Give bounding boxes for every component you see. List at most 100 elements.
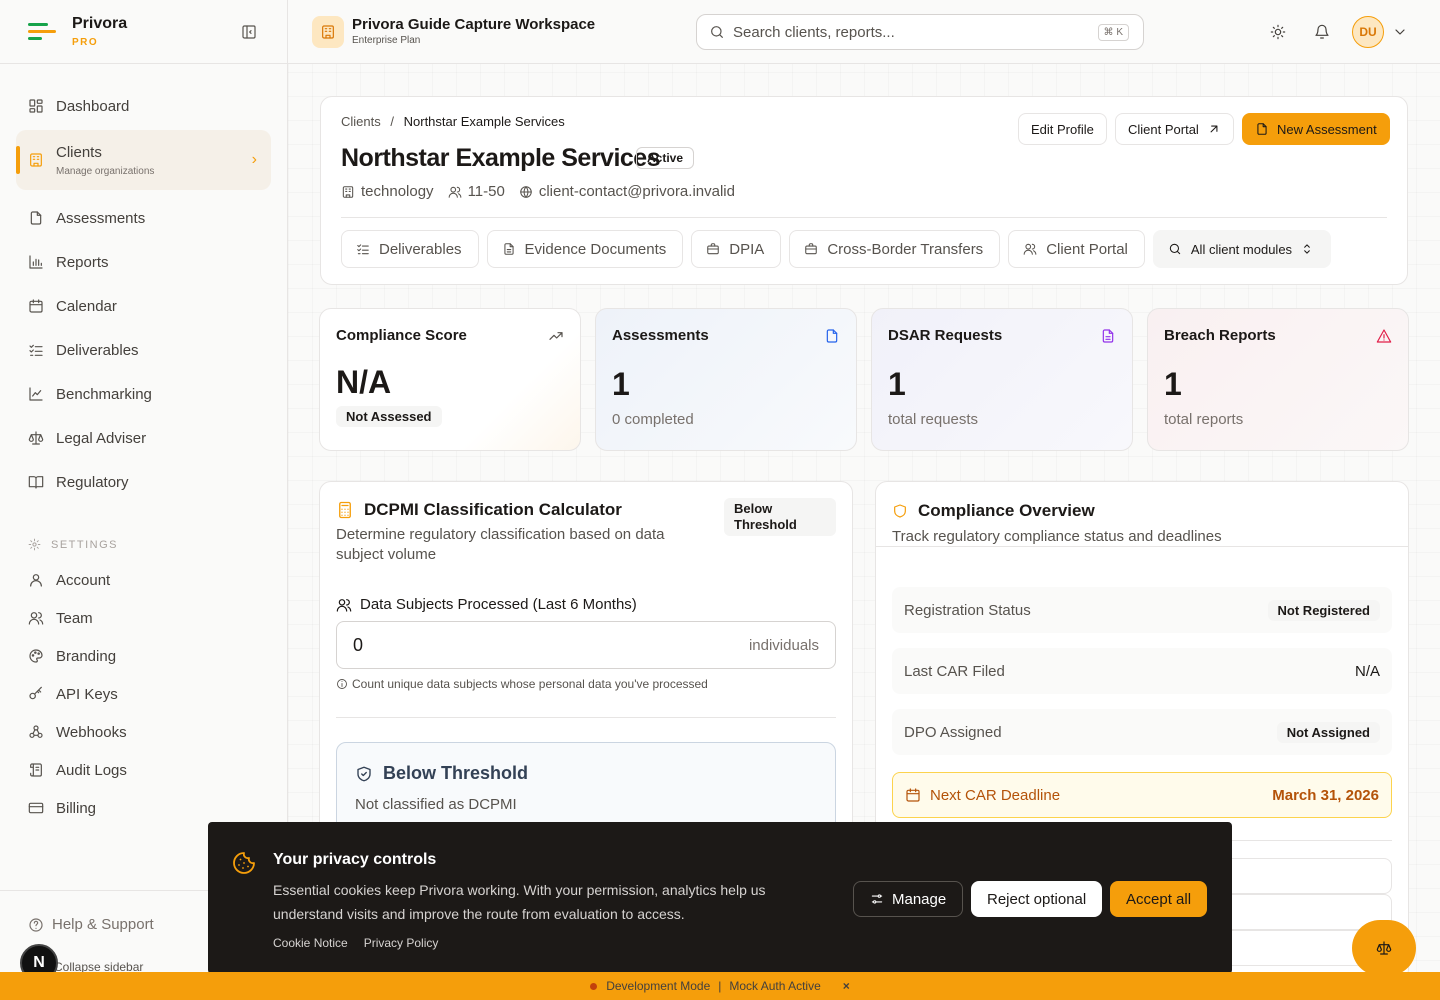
- panel-subtitle: Determine regulatory classification base…: [336, 526, 665, 563]
- tab-dpia[interactable]: DPIA: [691, 230, 782, 268]
- cookie-notice-link[interactable]: Cookie Notice: [273, 936, 348, 950]
- dsar-requests-card[interactable]: DSAR Requests 1 total requests: [871, 308, 1133, 451]
- main-nav: Dashboard Clients Manage organizations ›…: [0, 64, 287, 827]
- tab-client-portal[interactable]: Client Portal: [1008, 230, 1145, 268]
- search-input[interactable]: Search clients, reports... ⌘ K: [696, 14, 1144, 50]
- client-portal-button[interactable]: Client Portal: [1115, 113, 1234, 145]
- breadcrumb-clients[interactable]: Clients: [341, 114, 381, 129]
- sidebar-item-assessments[interactable]: Assessments: [16, 196, 271, 240]
- sidebar-item-calendar[interactable]: Calendar: [16, 284, 271, 328]
- sun-icon[interactable]: [1270, 24, 1286, 40]
- email-value: client-contact@privora.invalid: [538, 183, 735, 200]
- user-icon: [30, 574, 42, 587]
- settings-item-api-keys[interactable]: API Keys: [16, 675, 271, 713]
- tab-deliverables[interactable]: Deliverables: [341, 230, 479, 268]
- size-meta: 11-50: [448, 183, 505, 200]
- sidebar-item-clients[interactable]: Clients Manage organizations ›: [16, 130, 271, 190]
- bell-icon[interactable]: [1314, 24, 1330, 40]
- tab-label: Cross-Border Transfers: [827, 240, 984, 258]
- sidebar-item-label: Benchmarking: [56, 385, 152, 403]
- legal-adviser-fab[interactable]: [1352, 920, 1416, 976]
- dcpmi-calculator-panel: DCPMI Classification Calculator Determin…: [319, 481, 853, 842]
- settings-item-label: Branding: [56, 647, 117, 665]
- edit-profile-button[interactable]: Edit Profile: [1018, 113, 1107, 145]
- settings-item-team[interactable]: Team: [16, 599, 271, 637]
- sidebar-item-reports[interactable]: Reports: [16, 240, 271, 284]
- sidebar-toggle-icon[interactable]: [241, 24, 257, 40]
- sidebar-item-legal-adviser[interactable]: Legal Adviser: [16, 416, 271, 460]
- last-car-row: Last CAR Filed N/A: [892, 648, 1392, 694]
- cookie-icon: [232, 851, 256, 875]
- cookie-banner: Your privacy controls Essential cookies …: [208, 822, 1232, 974]
- list-check-icon: [29, 344, 43, 356]
- stat-title: DSAR Requests: [888, 327, 1003, 344]
- book-icon: [28, 476, 44, 489]
- building-icon: [30, 153, 42, 167]
- stat-title: Breach Reports: [1164, 327, 1276, 344]
- workspace-icon: [312, 16, 344, 48]
- tab-label: Client Portal: [1046, 240, 1128, 258]
- search-shortcut: ⌘ K: [1097, 24, 1129, 41]
- settings-item-label: Billing: [56, 799, 97, 817]
- users-icon: [448, 186, 461, 198]
- chevron-right-icon: ›: [251, 151, 257, 168]
- scale-icon: [1376, 941, 1392, 955]
- close-icon[interactable]: ×: [843, 979, 850, 993]
- assessments-card[interactable]: Assessments 1 0 completed: [595, 308, 857, 451]
- accept-all-button[interactable]: Accept all: [1110, 881, 1208, 917]
- status-badge: Not Assessed: [336, 406, 442, 427]
- calendar-icon: [906, 788, 920, 802]
- registration-status-row: Registration Status Not Registered: [892, 587, 1392, 633]
- help-circle-icon: [29, 917, 43, 932]
- sidebar-item-benchmarking[interactable]: Benchmarking: [16, 372, 271, 416]
- cookie-text: Essential cookies keep Privora working. …: [273, 882, 766, 922]
- tab-cross-border-transfers[interactable]: Cross-Border Transfers: [789, 230, 1001, 268]
- sidebar-item-regulatory[interactable]: Regulatory: [16, 460, 271, 504]
- field-label-text: Data Subjects Processed (Last 6 Months): [360, 596, 637, 613]
- trending-up-icon: [548, 328, 564, 344]
- settings-item-webhooks[interactable]: Webhooks: [16, 713, 271, 751]
- brand[interactable]: Privora PRO: [0, 0, 287, 64]
- sidebar-item-deliverables[interactable]: Deliverables: [16, 328, 271, 372]
- avatar[interactable]: DU: [1352, 16, 1384, 48]
- input-unit: individuals: [748, 636, 819, 654]
- result-title-text: Below Threshold: [383, 763, 529, 783]
- webhook-icon: [29, 725, 43, 738]
- field-hint-text: Count unique data subjects whose persona…: [352, 677, 708, 691]
- breach-reports-card[interactable]: Breach Reports 1 total reports: [1147, 308, 1409, 451]
- settings-item-label: Team: [56, 609, 93, 627]
- stat-subtitle: total requests: [888, 411, 979, 428]
- workspace-title[interactable]: Privora Guide Capture Workspace: [352, 16, 595, 33]
- next-car-deadline: Next CAR Deadline March 31, 2026: [892, 772, 1392, 818]
- scale-icon: [28, 431, 44, 445]
- briefcase-icon: [805, 243, 818, 255]
- breadcrumb-separator: /: [390, 114, 394, 129]
- new-assessment-button[interactable]: New Assessment: [1242, 113, 1390, 145]
- deadline-label: Next CAR Deadline: [930, 786, 1061, 804]
- divider: [336, 717, 836, 718]
- reject-optional-button[interactable]: Reject optional: [971, 881, 1103, 917]
- chevrons-up-down-icon: [1304, 244, 1310, 254]
- settings-item-audit-logs[interactable]: Audit Logs: [16, 751, 271, 789]
- tab-evidence-documents[interactable]: Evidence Documents: [486, 230, 684, 268]
- settings-heading: SETTINGS: [16, 504, 271, 561]
- settings-item-branding[interactable]: Branding: [16, 637, 271, 675]
- data-subjects-input[interactable]: 0 individuals: [336, 621, 836, 669]
- dashboard-icon: [29, 99, 43, 113]
- search-icon: [1169, 243, 1181, 255]
- manage-cookies-button[interactable]: Manage: [853, 881, 964, 917]
- panel-title-text: DCPMI Classification Calculator: [364, 500, 622, 519]
- module-select-label: All client modules: [1190, 241, 1293, 257]
- stat-value: 1: [612, 366, 630, 402]
- sidebar-item-label: Assessments: [56, 209, 146, 227]
- settings-item-account[interactable]: Account: [16, 561, 271, 599]
- deadline-date: March 31, 2026: [1272, 786, 1379, 804]
- briefcase-icon: [707, 243, 720, 255]
- dev-mode-label: Development Mode: [606, 979, 711, 993]
- chevron-down-icon[interactable]: [1392, 24, 1408, 40]
- help-support-link[interactable]: Help & Support: [28, 916, 154, 933]
- sidebar-item-dashboard[interactable]: Dashboard: [16, 84, 271, 128]
- module-select[interactable]: All client modules: [1152, 230, 1332, 268]
- row-label: DPO Assigned: [904, 723, 1002, 741]
- privacy-policy-link[interactable]: Privacy Policy: [364, 936, 439, 950]
